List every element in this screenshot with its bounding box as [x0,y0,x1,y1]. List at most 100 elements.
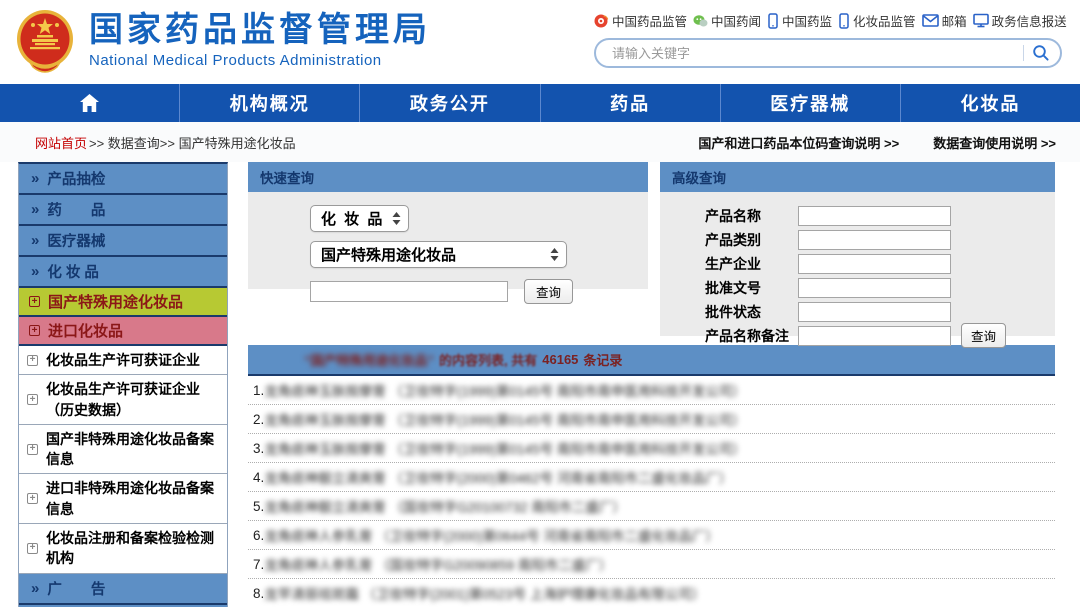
quick-search-title: 快速查询 [248,162,648,192]
quick-search-row: 查询 [310,279,648,304]
result-row[interactable]: 4. 龙角痣神靓立清爽膏 （卫妆特字(2000)第0462号 河南省南阳市二盛化… [248,463,1055,492]
content: » 产品抽检 » 药 品 » 医疗器械 » 化 妆 品 + 国产特殊用途化妆品 … [0,162,1080,607]
link-gov-info[interactable]: 政务信息报送 [973,11,1067,30]
header-right: 中国药品监管 中国药闻 中国药监 化妆品监管 邮箱 [594,9,1062,68]
double-chevron-icon: » [31,580,39,597]
plus-box-icon: + [27,493,38,504]
results-header: “国产特殊用途化妆品” 的内容列表, 共有 46165 条记录 [248,345,1055,376]
sidebar-item-domestic-nonspecial-filing[interactable]: + 国产非特殊用途化妆品备案信息 [19,425,227,475]
sidebar-item-cosmetics[interactable]: » 化 妆 品 [19,257,227,288]
double-chevron-icon: » [31,201,39,218]
nav-tab-organization[interactable]: 机构概况 [180,84,360,122]
product-name-input[interactable] [798,206,951,226]
sidebar-item-license-enterprises[interactable]: + 化妆品生产许可获证企业 [19,346,227,375]
advanced-search-body: 产品名称 产品类别 生产企业 批准文号 [660,192,1055,336]
wechat-icon [693,14,708,28]
link-mailbox[interactable]: 邮箱 [922,11,967,30]
barcode-help-link[interactable]: 国产和进口药品本位码查询说明 >> [698,133,899,152]
plus-box-icon: + [29,296,40,307]
quick-keyword-input[interactable] [310,281,508,302]
result-row[interactable]: 7. 龙角痣神人参乳膏 （国妆特字G20090859 南阳市二盛厂） [248,550,1055,579]
name-remark-input[interactable] [798,326,951,346]
results-header-middle: 的内容列表, 共有 [439,350,537,369]
breadcrumb-home-link[interactable]: 网站首页 [35,133,87,152]
nav-tab-medical-devices[interactable]: 医疗器械 [721,84,901,122]
quick-search-panel: 快速查询 化 妆 品 国产特殊用途化妆品 查询 [248,162,648,336]
link-mobile-app[interactable]: 中国药监 [767,11,832,30]
advanced-search-button[interactable]: 查询 [961,323,1006,348]
top-links: 中国药品监管 中国药闻 中国药监 化妆品监管 邮箱 [594,11,1062,30]
sidebar-item-product-sampling[interactable]: » 产品抽检 [19,164,227,195]
sidebar-item-inspection-agencies[interactable]: + 化妆品注册和备案检验检测机构 [19,524,227,574]
plus-box-icon: + [29,325,40,336]
plus-box-icon: + [27,543,38,554]
search-divider [1023,45,1024,61]
main-area: 快速查询 化 妆 品 国产特殊用途化妆品 查询 [248,162,1055,607]
results-count: 46165 [542,352,578,367]
link-cosmetics-app[interactable]: 化妆品监管 [838,11,916,30]
result-row[interactable]: 1. 龙角痣神玉肤按摩膏 （卫妆特字(1999)第0145号 南阳市南申医用科技… [248,376,1055,405]
sidebar-item-domestic-special-cosmetics-active[interactable]: + 国产特殊用途化妆品 [19,288,227,317]
link-weibo[interactable]: 中国药品监管 [594,11,687,30]
search-panels: 快速查询 化 妆 品 国产特殊用途化妆品 查询 [248,162,1055,336]
field-row-approval-status: 批件状态 [705,301,1055,322]
field-row-product-category: 产品类别 [705,229,1055,250]
product-category-input[interactable] [798,230,951,250]
result-row[interactable]: 3. 龙角痣神玉肤按摩膏 （卫妆特字(1999)第0145号 南阳市南申医用科技… [248,434,1055,463]
plus-box-icon: + [27,394,38,405]
double-chevron-icon: » [31,232,39,249]
field-row-manufacturer: 生产企业 [705,253,1055,274]
select-arrows-icon [392,212,401,225]
select-arrows-icon [550,248,559,261]
plus-box-icon: + [27,444,38,455]
page: 国家药品监督管理局 National Medical Products Admi… [0,0,1080,607]
plus-box-icon: + [27,355,38,366]
field-row-product-name: 产品名称 [705,205,1055,226]
search-button[interactable] [1032,44,1050,62]
advanced-search-title: 高级查询 [660,162,1055,192]
approval-number-input[interactable] [798,278,951,298]
national-emblem-logo [15,9,75,73]
site-header: 国家药品监督管理局 National Medical Products Admi… [0,0,1080,84]
phone-icon [838,13,850,29]
field-row-name-remark: 产品名称备注 查询 [705,325,1055,346]
nav-home[interactable] [0,84,180,122]
home-icon [79,93,100,113]
result-row[interactable]: 6. 龙角痣神人参乳膏 （卫妆特字(2000)第0644号 河南省南阳市二盛化妆… [248,521,1055,550]
search-input[interactable] [612,46,1023,61]
site-title: 国家药品监督管理局 [89,11,431,50]
breadcrumb-trail: >> 数据查询>> 国产特殊用途化妆品 [89,133,296,152]
nav-tab-cosmetics[interactable]: 化妆品 [901,84,1080,122]
sidebar-item-medical-devices[interactable]: » 医疗器械 [19,226,227,257]
sidebar-item-drugs[interactable]: » 药 品 [19,195,227,226]
double-chevron-icon: » [31,263,39,280]
sidebar-item-imported-cosmetics[interactable]: + 进口化妆品 [19,317,227,346]
double-chevron-icon: » [31,170,39,187]
monitor-icon [973,13,989,28]
approval-status-input[interactable] [798,302,951,322]
sidebar-item-license-enterprises-history[interactable]: + 化妆品生产许可获证企业（历史数据） [19,375,227,425]
phone-icon [767,13,779,29]
manufacturer-input[interactable] [798,254,951,274]
advanced-search-panel: 高级查询 产品名称 产品类别 生产企业 [660,162,1055,336]
breadcrumb-right-links: 国产和进口药品本位码查询说明 >> 数据查询使用说明 >> [698,133,1056,152]
link-wechat[interactable]: 中国药闻 [693,11,761,30]
results-list-name: “国产特殊用途化妆品” [304,350,434,369]
site-search [594,38,1062,68]
query-help-link[interactable]: 数据查询使用说明 >> [933,133,1056,152]
result-row[interactable]: 2. 龙角痣神玉肤按摩膏 （卫妆特字(1999)第0145号 南阳市南申医用科技… [248,405,1055,434]
results-section: “国产特殊用途化妆品” 的内容列表, 共有 46165 条记录 1. 龙角痣神玉… [248,345,1055,607]
sidebar: » 产品抽检 » 药 品 » 医疗器械 » 化 妆 品 + 国产特殊用途化妆品 … [18,162,228,607]
type-select[interactable]: 国产特殊用途化妆品 [310,241,567,268]
main-nav: 机构概况 政务公开 药品 医疗器械 化妆品 [0,84,1080,122]
sidebar-item-imported-nonspecial-filing[interactable]: + 进口非特殊用途化妆品备案信息 [19,474,227,524]
brand-block: 国家药品监督管理局 National Medical Products Admi… [89,9,431,69]
nav-tab-drugs[interactable]: 药品 [541,84,721,122]
quick-search-button[interactable]: 查询 [524,279,573,304]
result-row[interactable]: 8. 龙苹清丽祛斑霜 （卫妆特字(2001)第0523号 上海护理康化妆品有限公… [248,579,1055,607]
result-row[interactable]: 5. 龙角痣神靓立清爽膏 （国妆特字G20100732 南阳市二盛厂） [248,492,1055,521]
sidebar-item-advertising[interactable]: » 广 告 [19,574,227,605]
category-select[interactable]: 化 妆 品 [310,205,409,232]
nav-tab-gov-disclosure[interactable]: 政务公开 [360,84,540,122]
weibo-icon [594,13,609,28]
